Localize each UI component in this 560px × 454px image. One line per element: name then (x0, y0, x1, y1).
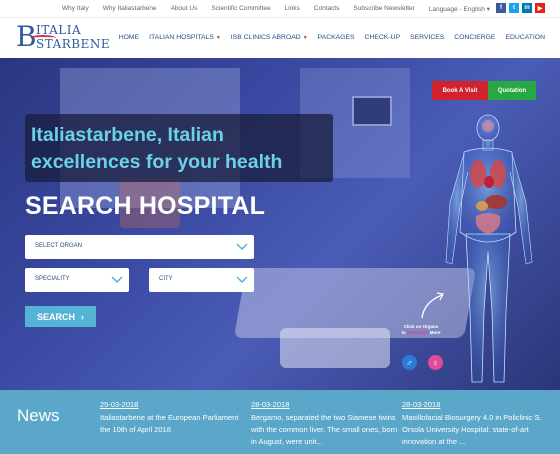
top-link-why-italy[interactable]: Why Italy (62, 5, 89, 13)
book-visit-button[interactable]: Book A Visit (432, 81, 488, 100)
male-icon[interactable]: ♂ (402, 355, 417, 370)
news-item[interactable]: 28-03-2018 Maxillofacial Biosurgery 4.0 … (402, 400, 550, 448)
nav-check-up[interactable]: CHECK-UP (365, 34, 401, 41)
organ-hint-line1: Click on Organs (403, 324, 439, 329)
facebook-icon[interactable]: f (496, 3, 506, 13)
liver-organ (485, 195, 507, 209)
top-links: Why Italy Why Italiastarbene About Us Sc… (62, 5, 490, 13)
top-utility-bar: Why Italy Why Italiastarbene About Us Sc… (0, 0, 560, 18)
search-button-label: SEARCH (36, 311, 75, 322)
hero-banner: Book A Visit Quotation Italiastarbene, I… (0, 58, 560, 390)
linkedin-icon[interactable]: in (522, 3, 532, 13)
select-organ-dropdown[interactable]: SELECT ORGAN (25, 235, 254, 259)
brain-organ (482, 120, 494, 132)
chevron-down-icon (236, 243, 248, 251)
nav-italian-hospitals[interactable]: ITALIAN HOSPITALS ▼ (149, 34, 221, 41)
news-title: News (17, 406, 60, 425)
nav-italian-hospitals-label: ITALIAN HOSPITALS (149, 34, 214, 41)
youtube-icon[interactable]: ▶ (535, 3, 545, 13)
speciality-label: SPECIALITY (35, 276, 70, 282)
language-label: Language - English (428, 6, 485, 13)
news-strip: News 25-03-2018 Italiastarbene at the Eu… (0, 390, 560, 454)
select-organ-label: SELECT ORGAN (35, 243, 82, 249)
news-date[interactable]: 28-03-2018 (251, 400, 399, 409)
hero-bg-bedrail (280, 328, 390, 368)
nav-services[interactable]: SERVICES (410, 34, 444, 41)
human-anatomy-figure[interactable] (440, 112, 540, 390)
chevron-down-icon: ▼ (302, 35, 308, 41)
main-nav: HOME ITALIAN HOSPITALS ▼ ISB CLINICS ABRO… (119, 34, 545, 41)
top-link-about-us[interactable]: About Us (171, 5, 198, 13)
heart-organ (484, 176, 494, 188)
organ-hint-line2b: More (428, 329, 441, 335)
nav-packages[interactable]: PACKAGES (318, 34, 355, 41)
news-date[interactable]: 25-03-2018 (100, 400, 248, 409)
nav-home[interactable]: HOME (119, 34, 139, 41)
social-links: f t in ▶ (496, 3, 545, 13)
hero-headline: Italiastarbene, Italian excellences for … (31, 124, 283, 173)
lung-left-organ (470, 160, 486, 188)
logo-line2: STARBENE (36, 37, 111, 51)
nav-isb-clinics-label: ISB CLINICS ABROAD (230, 34, 301, 41)
italiastarbene-logo[interactable]: B ITALIA STARBENE (16, 21, 110, 53)
news-item[interactable]: 28-03-2018 Bergamo, separated the two Si… (251, 400, 399, 448)
top-link-contacts[interactable]: Contacts (314, 5, 340, 13)
main-header: B ITALIA STARBENE HOME ITALIAN HOSPITALS… (0, 18, 560, 58)
nav-concierge[interactable]: CONCIERGE (454, 34, 495, 41)
nav-education[interactable]: EDUCATION (505, 34, 545, 41)
headline-box: Italiastarbene, Italian excellences for … (25, 114, 333, 182)
news-item[interactable]: 25-03-2018 Italiastarbene at the Europea… (100, 400, 248, 436)
news-date[interactable]: 28-03-2018 (402, 400, 550, 409)
speciality-dropdown[interactable]: SPECIALITY (25, 268, 129, 292)
top-link-subscribe-newsletter[interactable]: Subscribe Newsletter (353, 5, 414, 13)
stomach-organ (476, 201, 488, 211)
chevron-down-icon: ▼ (215, 35, 221, 41)
logo-line1: ITALIA (36, 23, 82, 37)
top-link-why-italiastarbene[interactable]: Why Italiastarbene (103, 5, 157, 13)
hero-bg-monitor (352, 96, 392, 126)
organ-hint-explore: EXPLORE (406, 329, 429, 335)
organ-explore-hint: Click on Organs to EXPLORE More (398, 324, 444, 335)
top-link-scientific-committee[interactable]: Scientific Committee (211, 5, 270, 13)
chevron-down-icon (111, 276, 123, 284)
search-button[interactable]: SEARCH › (25, 306, 96, 327)
chevron-right-icon: › (81, 311, 84, 322)
news-text: Bergamo, separated the two Siamese twins… (251, 413, 398, 446)
city-label: CITY (159, 276, 173, 282)
news-text: Maxillofacial Biosurgery 4.0 in Policlin… (402, 413, 542, 446)
news-text: Italiastarbene at the European Parliamen… (100, 413, 239, 434)
quotation-button[interactable]: Quotation (488, 81, 536, 100)
language-caret-icon: ▾ (486, 6, 490, 13)
chevron-down-icon (236, 276, 248, 284)
city-dropdown[interactable]: CITY (149, 268, 254, 292)
twitter-icon[interactable]: t (509, 3, 519, 13)
search-hospital-title: SEARCH HOSPITAL (25, 192, 266, 220)
top-link-links[interactable]: Links (285, 5, 300, 13)
nav-isb-clinics-abroad[interactable]: ISB CLINICS ABROAD ▼ (231, 34, 308, 41)
language-selector[interactable]: Language - English ▾ (429, 5, 490, 13)
